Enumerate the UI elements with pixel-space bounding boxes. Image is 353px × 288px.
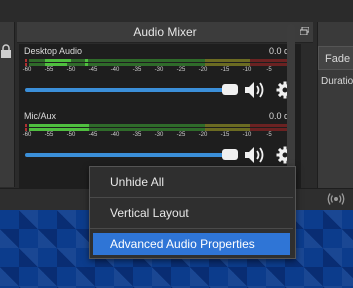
meter-ticks: -60 -55 -50 -45 -40 -35 -30 -25 -20 -15 … bbox=[22, 67, 295, 77]
tick-label: -50 bbox=[66, 67, 76, 73]
tick-label: -45 bbox=[88, 67, 98, 73]
tick-label: -40 bbox=[110, 67, 120, 73]
tick-label: -25 bbox=[176, 132, 186, 138]
tick-label: -5 bbox=[266, 132, 272, 138]
speaker-icon[interactable] bbox=[244, 145, 266, 165]
tick-label: -20 bbox=[198, 67, 208, 73]
tick-label: -30 bbox=[154, 132, 164, 138]
tick-label: -15 bbox=[220, 67, 230, 73]
menu-item-unhide-all[interactable]: Unhide All bbox=[93, 171, 290, 193]
tick-label: -35 bbox=[132, 67, 142, 73]
context-menu: Unhide All Vertical Layout Advanced Audi… bbox=[89, 166, 296, 259]
mixer-titlebar[interactable]: Audio Mixer bbox=[17, 22, 313, 43]
tick-label: -55 bbox=[44, 67, 54, 73]
channel-name: Desktop Audio bbox=[24, 46, 83, 56]
tick-label: -25 bbox=[176, 67, 186, 73]
float-icon[interactable] bbox=[300, 27, 309, 35]
tick-label: -40 bbox=[110, 132, 120, 138]
lock-icon[interactable] bbox=[0, 44, 12, 58]
volume-slider-track[interactable] bbox=[25, 88, 225, 92]
channel-mic-aux: Mic/Aux 0.0 dB -60 -55 -50 -45 -40 -35 -… bbox=[19, 109, 301, 171]
volume-slider-track[interactable] bbox=[25, 153, 225, 157]
tick-label: -30 bbox=[154, 67, 164, 73]
duration-label: Duration bbox=[321, 76, 353, 87]
menu-separator bbox=[90, 228, 293, 229]
menu-item-advanced-audio-properties[interactable]: Advanced Audio Properties bbox=[93, 233, 290, 255]
audio-mixer-dock: Audio Mixer Desktop Audio 0.0 dB -60 -55… bbox=[17, 22, 313, 188]
channel-desktop-audio: Desktop Audio 0.0 dB -60 -55 -50 -45 -40… bbox=[19, 44, 301, 106]
transition-select[interactable]: Fade bbox=[318, 46, 353, 70]
tick-label: -20 bbox=[198, 132, 208, 138]
tick-label: -15 bbox=[220, 132, 230, 138]
tick-label: -60 bbox=[22, 67, 32, 73]
meter-ticks: -60 -55 -50 -45 -40 -35 -30 -25 -20 -15 … bbox=[22, 132, 295, 142]
menu-separator bbox=[90, 197, 293, 198]
tick-label: -10 bbox=[242, 67, 252, 73]
volume-meter bbox=[25, 59, 295, 66]
volume-slider-handle[interactable] bbox=[222, 84, 238, 95]
tick-label: -5 bbox=[266, 67, 272, 73]
tick-label: -60 bbox=[22, 132, 32, 138]
tick-label: -45 bbox=[88, 132, 98, 138]
channel-name: Mic/Aux bbox=[24, 111, 57, 121]
tick-label: -55 bbox=[44, 132, 54, 138]
volume-meter bbox=[25, 124, 295, 131]
tick-label: -10 bbox=[242, 132, 252, 138]
tick-label: -50 bbox=[66, 132, 76, 138]
volume-slider-handle[interactable] bbox=[222, 149, 238, 160]
mixer-scrollbar[interactable] bbox=[287, 24, 295, 182]
speaker-icon[interactable] bbox=[244, 80, 266, 100]
broadcast-icon bbox=[327, 193, 345, 205]
mixer-title: Audio Mixer bbox=[133, 25, 197, 39]
menu-item-vertical-layout[interactable]: Vertical Layout bbox=[93, 202, 290, 224]
tick-label: -35 bbox=[132, 132, 142, 138]
